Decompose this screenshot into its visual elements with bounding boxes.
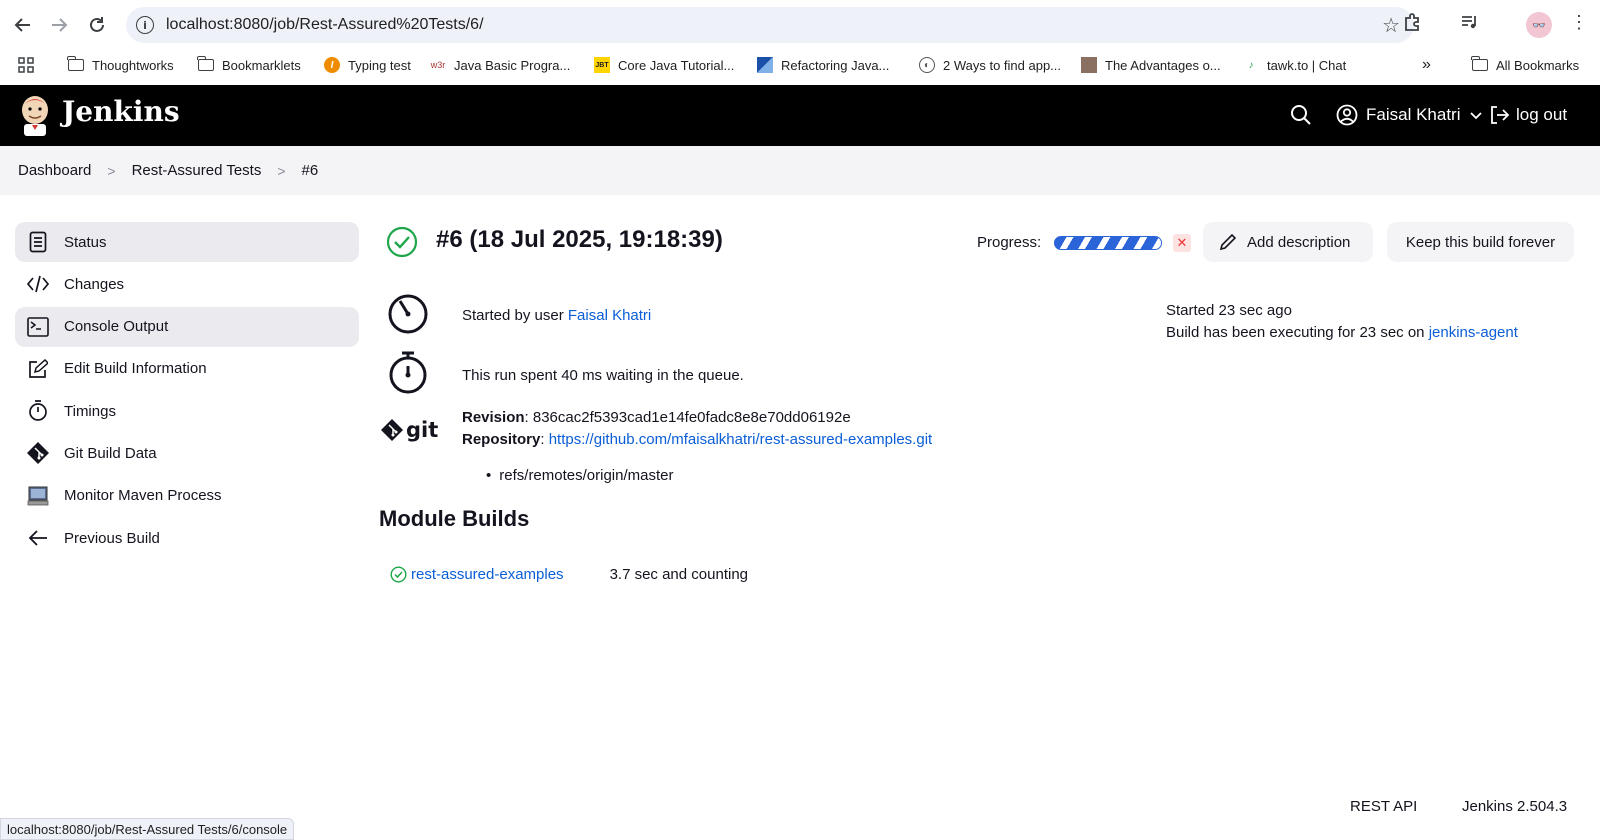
globe-icon: ◐ [919,57,935,73]
stopwatch-icon [27,400,49,422]
bookmark-item[interactable]: Refactoring Java... [757,54,889,76]
breadcrumb-job[interactable]: Rest-Assured Tests [132,162,262,179]
build-title-row: #6 (18 Jul 2025, 19:18:39) Progress: ✕ A… [386,222,1576,264]
chevron-right-icon: > [277,162,286,179]
success-check-icon [386,226,418,258]
status-bar-url: localhost:8080/job/Rest-Assured Tests/6/… [0,818,295,840]
add-description-button[interactable]: Add description [1203,222,1373,262]
repository-line: Repository: https://github.com/mfaisalkh… [462,431,933,448]
breadcrumb-build[interactable]: #6 [302,162,319,179]
folder-icon [197,56,214,71]
chevron-right-icon: > [107,162,116,179]
repository-link[interactable]: https://github.com/mfaisalkhatri/rest-as… [549,431,933,448]
typing-icon: I [324,57,340,73]
progress-label: Progress: [977,234,1042,251]
sidebar-item-timings[interactable]: Timings [15,391,359,431]
jenkins-version[interactable]: Jenkins 2.504.3 [1462,798,1567,815]
bookmarks-overflow-icon[interactable]: » [1422,54,1431,76]
user-icon [1336,104,1358,126]
module-duration: 3.7 sec and counting [609,565,748,583]
git-icon [27,442,49,465]
bookmark-item[interactable]: The Advantages o... [1081,54,1221,76]
page-title: #6 (18 Jul 2025, 19:18:39) [436,226,723,253]
forward-icon[interactable] [46,12,72,38]
jenkins-brand[interactable]: Jenkins [62,95,180,128]
jenkins-header: Jenkins Faisal Khatri log out [0,85,1600,146]
browser-menu-icon[interactable]: ⋮ [1570,12,1588,33]
sidebar-item-changes[interactable]: Changes [15,264,359,304]
pencil-icon [1219,233,1237,251]
refactoring-icon [757,57,773,73]
started-by: Started by user Faisal Khatri [462,307,652,324]
terminal-icon [27,316,49,338]
site-info-icon[interactable]: i [136,16,154,34]
url-text: localhost:8080/job/Rest-Assured%20Tests/… [166,16,484,33]
jenkins-logo-icon[interactable] [18,94,52,136]
browser-chrome: i localhost:8080/job/Rest-Assured%20Test… [0,0,1600,85]
logout-icon [1491,106,1510,124]
search-icon[interactable] [1290,104,1312,131]
extensions-icon[interactable] [1402,12,1422,37]
breadcrumb-dashboard[interactable]: Dashboard [18,162,91,179]
queue-text: This run spent 40 ms waiting in the queu… [462,367,744,384]
person-icon [1081,57,1097,73]
reload-icon[interactable] [84,12,110,38]
edit-icon [27,358,49,380]
started-ago: Started 23 sec ago [1166,302,1292,319]
agent-link[interactable]: jenkins-agent [1429,324,1518,341]
user-menu[interactable]: Faisal Khatri [1336,99,1483,131]
apps-grid-icon[interactable] [18,54,34,76]
bookmarks-bar: Thoughtworks Bookmarklets I Typing test w… [0,50,1600,80]
sidebar-item-status[interactable]: Status [15,222,359,262]
back-icon[interactable] [10,12,36,38]
jbt-icon: JBT [594,57,610,73]
folder-icon [67,56,84,71]
sidebar: Status Changes Console Output Edit Build… [15,222,359,560]
arrow-left-icon [27,527,49,549]
all-bookmarks[interactable]: All Bookmarks [1471,54,1579,76]
code-icon [27,273,49,295]
module-row: rest-assured-examples 3.7 sec and counti… [390,564,748,584]
branch-item: • refs/remotes/origin/master [486,467,674,484]
user-name: Faisal Khatri [1366,105,1461,124]
folder-icon [1471,56,1488,71]
bookmark-item[interactable]: ♪ tawk.to | Chat [1243,54,1347,76]
build-status-info: Started 23 sec ago Build has been execut… [1166,300,1518,344]
rest-api-link[interactable]: REST API [1350,798,1417,815]
sidebar-item-edit-build-information[interactable]: Edit Build Information [15,349,359,389]
document-icon [27,231,49,253]
media-control-icon[interactable] [1460,12,1480,37]
timer-icon [388,294,428,334]
bookmark-item[interactable]: Thoughtworks [67,54,174,76]
sidebar-item-previous-build[interactable]: Previous Build [15,518,359,558]
sidebar-item-monitor-maven-process[interactable]: Monitor Maven Process [15,476,359,516]
logout-button[interactable]: log out [1488,99,1567,131]
stopwatch-icon [389,351,427,394]
tawk-icon: ♪ [1248,59,1254,71]
module-link[interactable]: rest-assured-examples [411,566,564,583]
started-by-user-link[interactable]: Faisal Khatri [568,307,651,324]
success-check-icon [390,565,407,583]
bookmark-item[interactable]: JBT Core Java Tutorial... [594,54,734,76]
bookmark-item[interactable]: w3r Java Basic Progra... [430,54,571,76]
keep-build-forever-button[interactable]: Keep this build forever [1387,222,1574,262]
sidebar-item-git-build-data[interactable]: Git Build Data [15,433,359,473]
w3r-icon: w3r [430,60,446,70]
sidebar-item-console-output[interactable]: Console Output [15,306,359,347]
progress-bar[interactable] [1054,236,1162,250]
module-builds-heading: Module Builds [379,506,530,531]
computer-icon [27,485,49,507]
address-bar[interactable]: i localhost:8080/job/Rest-Assured%20Test… [126,7,1414,43]
git-logo-icon: git [381,418,438,442]
executing-info: Build has been executing for 23 sec on j… [1166,324,1518,341]
bookmark-item[interactable]: Bookmarklets [197,54,301,76]
chevron-down-icon [1470,107,1483,123]
bookmark-star-icon[interactable]: ☆ [1382,13,1400,38]
revision-line: Revision: 836cac2f5393cad1e14fe0fadc8e8e… [462,409,851,426]
cancel-build-icon[interactable]: ✕ [1173,234,1191,252]
bookmark-item[interactable]: I Typing test [324,54,411,76]
profile-avatar-icon[interactable]: 👓 [1526,12,1552,38]
bookmark-item[interactable]: ◐ 2 Ways to find app... [919,54,1061,76]
breadcrumb: Dashboard > Rest-Assured Tests > #6 [0,146,1600,195]
